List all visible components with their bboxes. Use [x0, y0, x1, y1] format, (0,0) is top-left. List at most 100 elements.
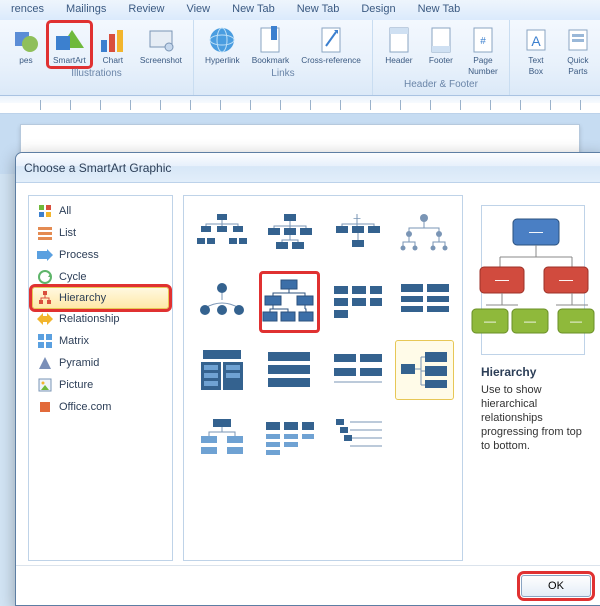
- cat-pyramid[interactable]: Pyramid: [29, 352, 172, 374]
- tab[interactable]: New Tab: [286, 0, 351, 20]
- bookmark-label: Bookmark: [252, 55, 290, 66]
- layout-thumb[interactable]: [395, 204, 455, 264]
- svg-text:—: —: [570, 314, 582, 328]
- pagenumber-button[interactable]: # Page Number: [463, 22, 503, 78]
- chart-button[interactable]: Chart: [93, 22, 133, 67]
- ruler: [0, 96, 600, 114]
- bookmark-button[interactable]: Bookmark: [247, 22, 295, 67]
- screenshot-button[interactable]: Screenshot: [135, 22, 187, 67]
- header-label: Header: [385, 55, 412, 66]
- layout-thumbnails: —: [183, 195, 463, 561]
- office-icon: [37, 399, 53, 415]
- shapes-label: pes: [19, 55, 32, 66]
- list-icon: [37, 225, 53, 241]
- cat-matrix[interactable]: Matrix: [29, 330, 172, 352]
- layout-thumb[interactable]: [327, 408, 387, 468]
- cat-picture[interactable]: Picture: [29, 374, 172, 396]
- cat-hierarchy[interactable]: Hierarchy: [32, 287, 169, 309]
- layout-thumb[interactable]: [395, 408, 455, 468]
- crossref-label: Cross-reference: [301, 55, 361, 66]
- svg-text:—: —: [484, 314, 496, 328]
- screenshot-label: Screenshot: [140, 55, 182, 66]
- smartart-button[interactable]: SmartArt: [48, 22, 91, 67]
- pagenumber-label: Page Number: [468, 55, 498, 77]
- layout-thumb[interactable]: [327, 272, 387, 332]
- tab[interactable]: Mailings: [55, 0, 117, 20]
- svg-text:—: —: [529, 223, 543, 239]
- quickparts-button[interactable]: Quick Parts: [558, 22, 598, 78]
- category-list: All List Process Cycle Hierarchy Relatio…: [28, 195, 173, 561]
- layout-thumb[interactable]: [260, 340, 320, 400]
- dialog-footer: OK: [16, 565, 600, 605]
- layout-thumb[interactable]: [327, 340, 387, 400]
- cat-label: List: [59, 227, 76, 239]
- crossref-button[interactable]: Cross-reference: [296, 22, 366, 67]
- picture-icon: [37, 377, 53, 393]
- cat-label: Cycle: [59, 271, 87, 283]
- hyperlink-button[interactable]: Hyperlink: [200, 22, 245, 67]
- dialog-titlebar[interactable]: Choose a SmartArt Graphic: [16, 153, 600, 183]
- layout-thumb[interactable]: [395, 340, 455, 400]
- cat-cycle[interactable]: Cycle: [29, 266, 172, 288]
- svg-text:—: —: [524, 314, 536, 328]
- cat-label: Picture: [59, 379, 93, 391]
- cat-label: Hierarchy: [59, 292, 106, 304]
- footer-icon: [426, 25, 456, 55]
- tab[interactable]: New Tab: [407, 0, 472, 20]
- shapes-icon: [11, 25, 41, 55]
- cat-label: Office.com: [59, 401, 111, 413]
- layout-thumb[interactable]: [260, 408, 320, 468]
- footer-button[interactable]: Footer: [421, 22, 461, 78]
- header-button[interactable]: Header: [379, 22, 419, 78]
- svg-text:#: #: [480, 36, 486, 47]
- group-label: Links: [271, 67, 294, 81]
- textbox-button[interactable]: A Text Box: [516, 22, 556, 78]
- cat-office[interactable]: Office.com: [29, 396, 172, 418]
- layout-thumb[interactable]: [192, 408, 252, 468]
- layout-thumb[interactable]: [192, 272, 252, 332]
- ribbon-group-headerfooter: Header Footer # Page Number Header & Foo…: [373, 20, 510, 95]
- cat-label: Process: [59, 249, 99, 261]
- ribbon-group-text: A Text Box Quick Parts A Wor: [510, 20, 600, 95]
- hierarchy-icon: [37, 290, 53, 306]
- shapes-button[interactable]: pes: [6, 22, 46, 67]
- cat-process[interactable]: Process: [29, 244, 172, 266]
- group-label: [577, 78, 580, 92]
- svg-text:—: —: [559, 271, 573, 287]
- cat-list[interactable]: List: [29, 222, 172, 244]
- tab[interactable]: Design: [350, 0, 406, 20]
- smartart-icon: [54, 25, 84, 55]
- process-icon: [37, 247, 53, 263]
- smartart-dialog: Choose a SmartArt Graphic All List Proce…: [15, 152, 600, 606]
- svg-text:A: A: [531, 33, 541, 49]
- footer-label: Footer: [429, 55, 453, 66]
- tab[interactable]: View: [175, 0, 221, 20]
- cat-label: Pyramid: [59, 357, 99, 369]
- ribbon: pes SmartArt Chart Screenshot Illustrati…: [0, 20, 600, 96]
- header-icon: [384, 25, 414, 55]
- chart-label: Chart: [103, 55, 123, 66]
- tab[interactable]: Review: [117, 0, 175, 20]
- pyramid-icon: [37, 355, 53, 371]
- bookmark-icon: [255, 25, 285, 55]
- cat-all[interactable]: All: [29, 200, 172, 222]
- all-icon: [37, 203, 53, 219]
- layout-thumb-hierarchy[interactable]: [260, 272, 320, 332]
- layout-thumb[interactable]: [192, 204, 252, 264]
- cat-label: Matrix: [59, 335, 89, 347]
- smartart-label: SmartArt: [53, 55, 86, 66]
- textbox-label: Text Box: [528, 55, 543, 77]
- layout-thumb[interactable]: [260, 204, 320, 264]
- cycle-icon: [37, 269, 53, 285]
- quickparts-label: Quick Parts: [567, 55, 588, 77]
- layout-thumb[interactable]: [395, 272, 455, 332]
- ok-button[interactable]: OK: [521, 575, 591, 597]
- tab[interactable]: New Tab: [221, 0, 286, 20]
- cat-relationship[interactable]: Relationship: [29, 308, 172, 330]
- cat-label: Relationship: [59, 313, 120, 325]
- layout-thumb[interactable]: [192, 340, 252, 400]
- tab[interactable]: rences: [0, 0, 55, 20]
- matrix-icon: [37, 333, 53, 349]
- ribbon-group-illustrations: pes SmartArt Chart Screenshot Illustrati…: [0, 20, 194, 95]
- layout-thumb[interactable]: —: [327, 204, 387, 264]
